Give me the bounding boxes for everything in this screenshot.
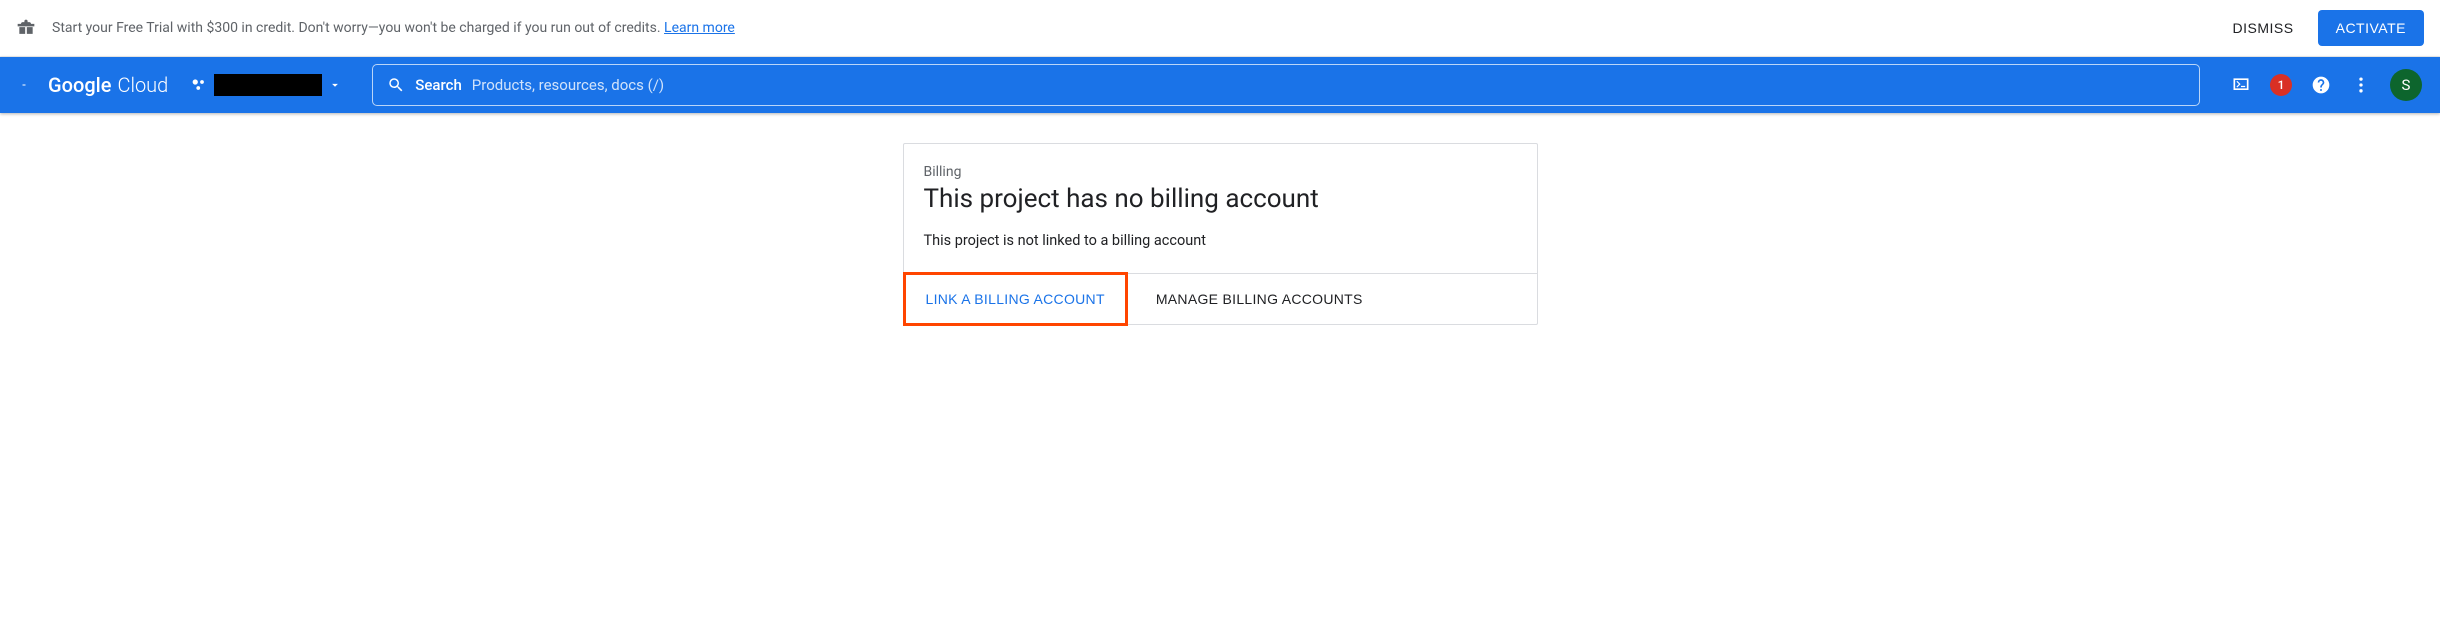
promo-banner: Start your Free Trial with $300 in credi… — [0, 0, 2440, 57]
search-input[interactable]: Search Products, resources, docs (/) — [372, 64, 2200, 106]
card-actions: LINK A BILLING ACCOUNT MANAGE BILLING AC… — [904, 273, 1537, 324]
gift-icon — [16, 18, 36, 38]
manage-billing-accounts-button[interactable]: MANAGE BILLING ACCOUNTS — [1136, 274, 1383, 324]
project-selector[interactable] — [190, 74, 342, 96]
menu-button[interactable] — [12, 73, 36, 97]
logo[interactable]: Google Cloud — [48, 73, 168, 97]
promo-text: Start your Free Trial with $300 in credi… — [52, 20, 2221, 36]
promo-actions: DISMISS ACTIVATE — [2221, 10, 2424, 46]
project-dots-icon — [190, 76, 208, 94]
page-title: This project has no billing account — [924, 184, 1517, 214]
card-description: This project is not linked to a billing … — [924, 232, 1517, 249]
notification-badge[interactable]: 1 — [2270, 74, 2292, 96]
activate-button[interactable]: ACTIVATE — [2318, 10, 2424, 46]
promo-learn-more-link[interactable]: Learn more — [664, 20, 735, 36]
search-placeholder: Products, resources, docs (/) — [472, 76, 664, 94]
logo-light: Cloud — [117, 73, 168, 97]
page-content: Billing This project has no billing acco… — [0, 113, 2440, 325]
top-bar: Google Cloud Search Products, resources,… — [0, 57, 2440, 113]
search-icon — [387, 76, 405, 94]
more-icon[interactable] — [2350, 74, 2372, 96]
card-body: Billing This project has no billing acco… — [904, 144, 1537, 273]
avatar[interactable]: S — [2390, 69, 2422, 101]
cloud-shell-icon[interactable] — [2230, 74, 2252, 96]
chevron-down-icon — [328, 78, 342, 92]
logo-bold: Google — [48, 73, 111, 97]
search-label: Search — [415, 76, 462, 94]
link-billing-account-button[interactable]: LINK A BILLING ACCOUNT — [903, 272, 1128, 326]
search-wrapper: Search Products, resources, docs (/) — [372, 64, 2200, 106]
project-name-redacted — [214, 74, 322, 96]
billing-card: Billing This project has no billing acco… — [903, 143, 1538, 325]
dismiss-button[interactable]: DISMISS — [2221, 12, 2306, 44]
help-icon[interactable] — [2310, 74, 2332, 96]
header-right-icons: 1 S — [2230, 69, 2422, 101]
breadcrumb: Billing — [924, 164, 1517, 180]
